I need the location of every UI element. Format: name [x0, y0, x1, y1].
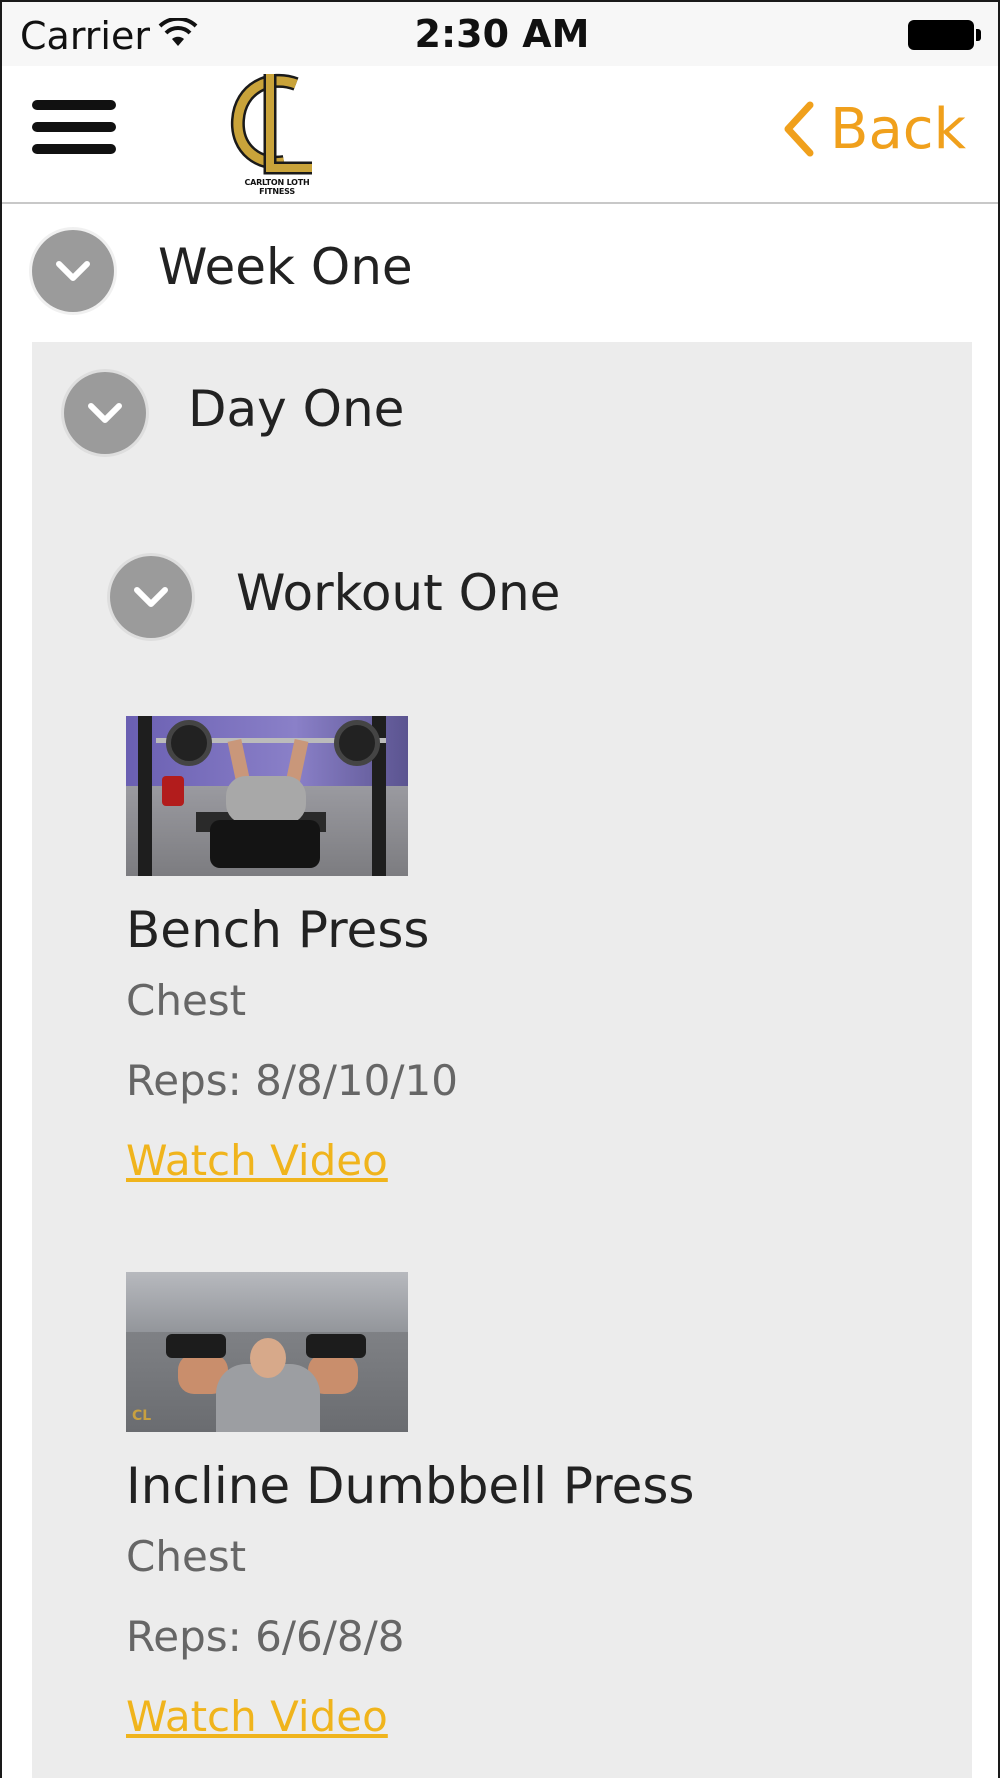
chevron-down-icon [56, 261, 90, 281]
exercise-name: Incline Dumbbell Press [126, 1457, 695, 1515]
workout-title[interactable]: Workout One [236, 564, 560, 622]
watch-video-link[interactable]: Watch Video [126, 1136, 388, 1186]
exercise-reps: Reps: 6/6/8/8 [126, 1612, 405, 1661]
nav-bar: CARLTON LOTH FITNESS Back [26, 66, 978, 202]
app-screen: Carrier 2:30 AM CARLTON LOTH FITNESS Bac… [0, 0, 1000, 1778]
exercise-muscle: Chest [126, 976, 247, 1025]
status-time: 2:30 AM [414, 12, 590, 56]
exercise-thumbnail[interactable]: CL [126, 1272, 408, 1432]
chevron-down-icon [134, 587, 168, 607]
exercise-name: Bench Press [126, 901, 430, 959]
status-bar: Carrier 2:30 AM [2, 2, 998, 66]
watch-video-link[interactable]: Watch Video [126, 1692, 388, 1742]
day-expand-button[interactable] [64, 372, 146, 454]
week-title[interactable]: Week One [158, 238, 413, 296]
battery-full-icon [908, 20, 981, 50]
day-title[interactable]: Day One [188, 380, 404, 438]
exercise-reps: Reps: 8/8/10/10 [126, 1056, 458, 1105]
exercise-item: CL Incline Dumbbell Press Chest Reps: 6/… [126, 1272, 926, 1742]
exercise-thumbnail[interactable] [126, 716, 408, 876]
hamburger-menu-icon[interactable] [32, 100, 116, 164]
chevron-left-icon [784, 101, 814, 157]
chevron-down-icon [88, 403, 122, 423]
week-expand-button[interactable] [32, 230, 114, 312]
logo-text: CARLTON LOTH FITNESS [244, 178, 310, 196]
day-panel: Day One Workout One Bench Press Chest Re… [32, 342, 972, 1778]
exercise-muscle: Chest [126, 1532, 247, 1581]
back-label: Back [830, 96, 966, 162]
back-button[interactable]: Back [780, 92, 966, 166]
workout-expand-button[interactable] [110, 556, 192, 638]
exercise-item: Bench Press Chest Reps: 8/8/10/10 Watch … [126, 716, 926, 1186]
nav-divider [2, 202, 998, 204]
